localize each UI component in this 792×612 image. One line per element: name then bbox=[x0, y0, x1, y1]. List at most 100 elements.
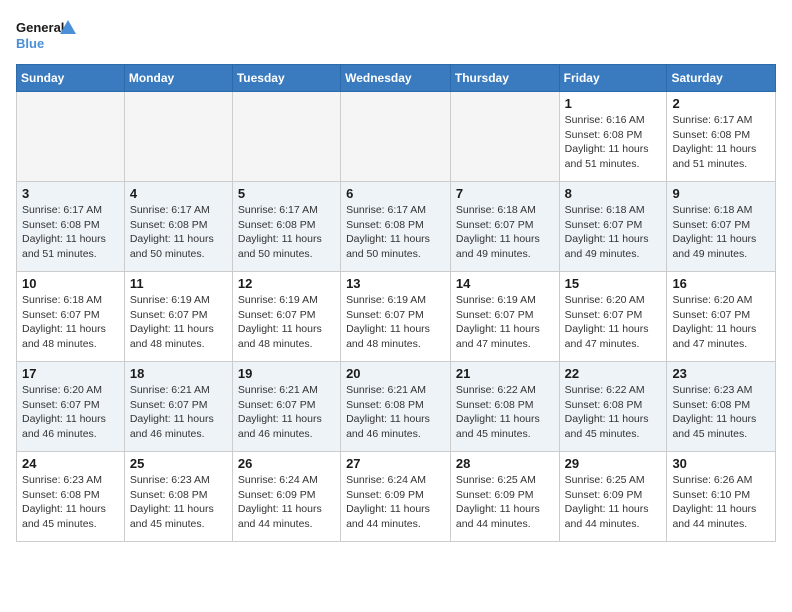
day-number: 23 bbox=[672, 366, 770, 381]
day-info: Sunrise: 6:16 AM Sunset: 6:08 PM Dayligh… bbox=[565, 113, 662, 172]
day-number: 14 bbox=[456, 276, 554, 291]
day-number: 4 bbox=[130, 186, 227, 201]
calendar-cell: 6 Sunrise: 6:17 AM Sunset: 6:08 PM Daylig… bbox=[341, 182, 451, 272]
svg-text:General: General bbox=[16, 20, 64, 35]
weekday-header-friday: Friday bbox=[559, 65, 667, 92]
day-info: Sunrise: 6:18 AM Sunset: 6:07 PM Dayligh… bbox=[672, 203, 770, 262]
day-info: Sunrise: 6:22 AM Sunset: 6:08 PM Dayligh… bbox=[456, 383, 554, 442]
calendar-cell: 30 Sunrise: 6:26 AM Sunset: 6:10 PM Dayli… bbox=[667, 452, 776, 542]
day-number: 20 bbox=[346, 366, 445, 381]
day-info: Sunrise: 6:26 AM Sunset: 6:10 PM Dayligh… bbox=[672, 473, 770, 532]
day-number: 1 bbox=[565, 96, 662, 111]
calendar-cell: 11Sunrise: 6:19 AM Sunset: 6:07 PM Dayli… bbox=[124, 272, 232, 362]
calendar-cell: 21 Sunrise: 6:22 AM Sunset: 6:08 PM Dayli… bbox=[450, 362, 559, 452]
day-info: Sunrise: 6:25 AM Sunset: 6:09 PM Dayligh… bbox=[456, 473, 554, 532]
calendar-cell: 18 Sunrise: 6:21 AM Sunset: 6:07 PM Dayli… bbox=[124, 362, 232, 452]
calendar-table: SundayMondayTuesdayWednesdayThursdayFrid… bbox=[16, 64, 776, 542]
calendar-cell: 28 Sunrise: 6:25 AM Sunset: 6:09 PM Dayli… bbox=[450, 452, 559, 542]
day-info: Sunrise: 6:20 AM Sunset: 6:07 PM Dayligh… bbox=[672, 293, 770, 352]
calendar-cell: 13 Sunrise: 6:19 AM Sunset: 6:07 PM Dayli… bbox=[341, 272, 451, 362]
week-row-2: 3 Sunrise: 6:17 AM Sunset: 6:08 PM Daylig… bbox=[17, 182, 776, 272]
calendar-cell bbox=[232, 92, 340, 182]
week-row-4: 17 Sunrise: 6:20 AM Sunset: 6:07 PM Dayli… bbox=[17, 362, 776, 452]
week-row-3: 10 Sunrise: 6:18 AM Sunset: 6:07 PM Dayli… bbox=[17, 272, 776, 362]
calendar-cell: 24Sunrise: 6:23 AM Sunset: 6:08 PM Dayli… bbox=[17, 452, 125, 542]
calendar-cell bbox=[341, 92, 451, 182]
calendar-cell: 15 Sunrise: 6:20 AM Sunset: 6:07 PM Dayli… bbox=[559, 272, 667, 362]
calendar-cell: 27Sunrise: 6:24 AM Sunset: 6:09 PM Dayli… bbox=[341, 452, 451, 542]
calendar-cell: 5 Sunrise: 6:17 AM Sunset: 6:08 PM Daylig… bbox=[232, 182, 340, 272]
day-info: Sunrise: 6:18 AM Sunset: 6:07 PM Dayligh… bbox=[22, 293, 119, 352]
day-number: 10 bbox=[22, 276, 119, 291]
day-info: Sunrise: 6:19 AM Sunset: 6:07 PM Dayligh… bbox=[130, 293, 227, 352]
week-row-1: 1 Sunrise: 6:16 AM Sunset: 6:08 PM Daylig… bbox=[17, 92, 776, 182]
day-info: Sunrise: 6:23 AM Sunset: 6:08 PM Dayligh… bbox=[130, 473, 227, 532]
weekday-header-thursday: Thursday bbox=[450, 65, 559, 92]
day-info: Sunrise: 6:17 AM Sunset: 6:08 PM Dayligh… bbox=[346, 203, 445, 262]
week-row-5: 24Sunrise: 6:23 AM Sunset: 6:08 PM Dayli… bbox=[17, 452, 776, 542]
day-number: 9 bbox=[672, 186, 770, 201]
day-number: 6 bbox=[346, 186, 445, 201]
day-info: Sunrise: 6:18 AM Sunset: 6:07 PM Dayligh… bbox=[565, 203, 662, 262]
calendar-cell: 14 Sunrise: 6:19 AM Sunset: 6:07 PM Dayli… bbox=[450, 272, 559, 362]
day-info: Sunrise: 6:19 AM Sunset: 6:07 PM Dayligh… bbox=[456, 293, 554, 352]
weekday-header-saturday: Saturday bbox=[667, 65, 776, 92]
day-info: Sunrise: 6:21 AM Sunset: 6:08 PM Dayligh… bbox=[346, 383, 445, 442]
calendar-cell: 20 Sunrise: 6:21 AM Sunset: 6:08 PM Dayli… bbox=[341, 362, 451, 452]
day-number: 12 bbox=[238, 276, 335, 291]
calendar-cell: 17 Sunrise: 6:20 AM Sunset: 6:07 PM Dayli… bbox=[17, 362, 125, 452]
calendar-cell bbox=[124, 92, 232, 182]
weekday-header-monday: Monday bbox=[124, 65, 232, 92]
day-info: Sunrise: 6:21 AM Sunset: 6:07 PM Dayligh… bbox=[238, 383, 335, 442]
day-info: Sunrise: 6:17 AM Sunset: 6:08 PM Dayligh… bbox=[238, 203, 335, 262]
day-info: Sunrise: 6:20 AM Sunset: 6:07 PM Dayligh… bbox=[565, 293, 662, 352]
calendar-cell bbox=[450, 92, 559, 182]
day-info: Sunrise: 6:21 AM Sunset: 6:07 PM Dayligh… bbox=[130, 383, 227, 442]
day-number: 26 bbox=[238, 456, 335, 471]
calendar-cell: 3 Sunrise: 6:17 AM Sunset: 6:08 PM Daylig… bbox=[17, 182, 125, 272]
day-number: 5 bbox=[238, 186, 335, 201]
calendar-cell: 9 Sunrise: 6:18 AM Sunset: 6:07 PM Daylig… bbox=[667, 182, 776, 272]
day-number: 30 bbox=[672, 456, 770, 471]
calendar-cell: 12Sunrise: 6:19 AM Sunset: 6:07 PM Dayli… bbox=[232, 272, 340, 362]
day-info: Sunrise: 6:18 AM Sunset: 6:07 PM Dayligh… bbox=[456, 203, 554, 262]
day-number: 27 bbox=[346, 456, 445, 471]
day-info: Sunrise: 6:23 AM Sunset: 6:08 PM Dayligh… bbox=[672, 383, 770, 442]
day-number: 2 bbox=[672, 96, 770, 111]
day-number: 7 bbox=[456, 186, 554, 201]
day-info: Sunrise: 6:20 AM Sunset: 6:07 PM Dayligh… bbox=[22, 383, 119, 442]
calendar-cell: 7 Sunrise: 6:18 AM Sunset: 6:07 PM Daylig… bbox=[450, 182, 559, 272]
calendar-cell: 25 Sunrise: 6:23 AM Sunset: 6:08 PM Dayli… bbox=[124, 452, 232, 542]
calendar-cell: 2 Sunrise: 6:17 AM Sunset: 6:08 PM Daylig… bbox=[667, 92, 776, 182]
day-number: 18 bbox=[130, 366, 227, 381]
calendar-cell: 29Sunrise: 6:25 AM Sunset: 6:09 PM Dayli… bbox=[559, 452, 667, 542]
calendar-cell bbox=[17, 92, 125, 182]
logo: General Blue bbox=[16, 16, 76, 52]
day-number: 25 bbox=[130, 456, 227, 471]
day-info: Sunrise: 6:17 AM Sunset: 6:08 PM Dayligh… bbox=[672, 113, 770, 172]
day-number: 28 bbox=[456, 456, 554, 471]
calendar-cell: 1 Sunrise: 6:16 AM Sunset: 6:08 PM Daylig… bbox=[559, 92, 667, 182]
day-number: 22 bbox=[565, 366, 662, 381]
weekday-header-wednesday: Wednesday bbox=[341, 65, 451, 92]
calendar-cell: 26 Sunrise: 6:24 AM Sunset: 6:09 PM Dayli… bbox=[232, 452, 340, 542]
day-info: Sunrise: 6:24 AM Sunset: 6:09 PM Dayligh… bbox=[238, 473, 335, 532]
weekday-header-row: SundayMondayTuesdayWednesdayThursdayFrid… bbox=[17, 65, 776, 92]
day-number: 19 bbox=[238, 366, 335, 381]
svg-text:Blue: Blue bbox=[16, 36, 44, 51]
day-info: Sunrise: 6:17 AM Sunset: 6:08 PM Dayligh… bbox=[22, 203, 119, 262]
day-info: Sunrise: 6:17 AM Sunset: 6:08 PM Dayligh… bbox=[130, 203, 227, 262]
page-header: General Blue bbox=[16, 16, 776, 52]
day-info: Sunrise: 6:23 AM Sunset: 6:08 PM Dayligh… bbox=[22, 473, 119, 532]
calendar-cell: 23 Sunrise: 6:23 AM Sunset: 6:08 PM Dayli… bbox=[667, 362, 776, 452]
calendar-cell: 16Sunrise: 6:20 AM Sunset: 6:07 PM Dayli… bbox=[667, 272, 776, 362]
day-number: 13 bbox=[346, 276, 445, 291]
day-number: 17 bbox=[22, 366, 119, 381]
day-number: 3 bbox=[22, 186, 119, 201]
day-info: Sunrise: 6:25 AM Sunset: 6:09 PM Dayligh… bbox=[565, 473, 662, 532]
weekday-header-tuesday: Tuesday bbox=[232, 65, 340, 92]
day-number: 15 bbox=[565, 276, 662, 291]
day-number: 21 bbox=[456, 366, 554, 381]
day-info: Sunrise: 6:19 AM Sunset: 6:07 PM Dayligh… bbox=[346, 293, 445, 352]
calendar-cell: 19 Sunrise: 6:21 AM Sunset: 6:07 PM Dayli… bbox=[232, 362, 340, 452]
